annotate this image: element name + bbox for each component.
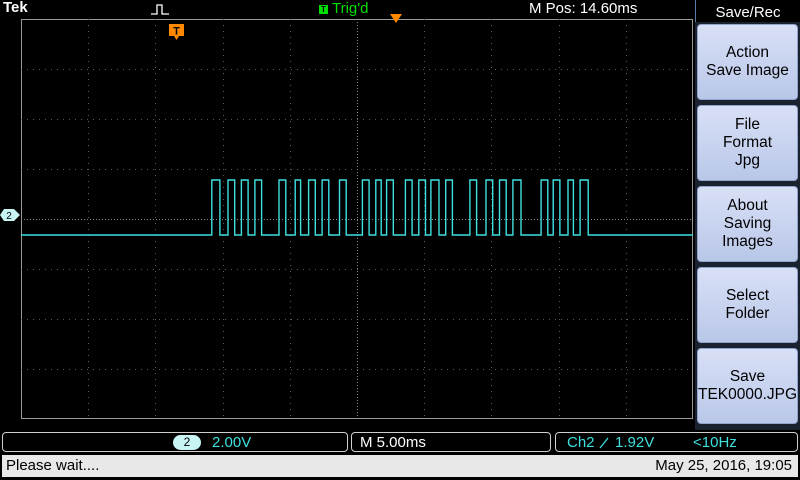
trigger-level: 1.92V	[615, 434, 655, 451]
button-line: TEK0000.JPG	[698, 386, 798, 403]
channel-2-scale-readout[interactable]: 2 2.00V	[2, 432, 348, 452]
side-menu: Save/Rec Action Save Image File Format J…	[695, 0, 800, 430]
button-line: Save	[729, 368, 766, 385]
trigger-readout[interactable]: Ch2 1.92V <10Hz	[555, 432, 798, 452]
file-format-button[interactable]: File Format Jpg	[697, 105, 798, 181]
brand-logo: Tek	[3, 0, 28, 16]
button-line: Format	[722, 134, 773, 151]
menu-title: Save/Rec	[695, 0, 800, 22]
trigger-frequency: <10Hz	[693, 434, 737, 451]
rising-edge-icon	[599, 437, 609, 449]
button-line: File	[735, 116, 760, 133]
button-line: Images	[722, 233, 773, 250]
time-per-div: M 5.00ms	[360, 434, 426, 451]
trigger-level-marker[interactable]: T	[169, 24, 184, 40]
save-file-button[interactable]: Save TEK0000.JPG	[697, 348, 798, 424]
button-line: Jpg	[735, 152, 760, 169]
button-line: Folder	[725, 305, 770, 322]
button-line: Save Image	[706, 62, 789, 79]
select-folder-button[interactable]: Select Folder	[697, 267, 798, 343]
horizontal-position-readout: M Pos: 14.60ms	[529, 0, 638, 17]
channel-2-ground-marker[interactable]: 2	[0, 209, 20, 221]
button-line: Saving	[723, 215, 772, 232]
top-status-bar: Tek T Trig'd M Pos: 14.60ms	[0, 0, 694, 18]
trigger-status-badge: T	[319, 4, 328, 14]
status-message: Please wait....	[6, 457, 100, 474]
trigger-position-marker-icon[interactable]	[390, 14, 402, 23]
button-line: Select	[725, 287, 770, 304]
channel-2-badge: 2	[173, 435, 201, 450]
channel-2-marker-label: 2	[6, 211, 12, 221]
trigger-marker-label: T	[173, 26, 180, 38]
about-saving-images-button[interactable]: About Saving Images	[697, 186, 798, 262]
trigger-status: T Trig'd	[319, 0, 368, 18]
trigger-status-text: Trig'd	[332, 0, 369, 17]
date-time: May 25, 2016, 19:05	[655, 457, 792, 474]
waveform-display[interactable]	[21, 19, 693, 419]
message-bar: Please wait.... May 25, 2016, 19:05	[2, 455, 798, 477]
time-scale-readout[interactable]: M 5.00ms	[351, 432, 551, 452]
button-line: About	[727, 197, 768, 214]
button-line: Action	[725, 44, 770, 61]
channel-2-volts-per-div: 2.00V	[212, 434, 252, 451]
trigger-source: Ch2	[567, 434, 595, 451]
action-save-image-button[interactable]: Action Save Image	[697, 24, 798, 100]
pulse-trigger-icon	[151, 4, 169, 15]
